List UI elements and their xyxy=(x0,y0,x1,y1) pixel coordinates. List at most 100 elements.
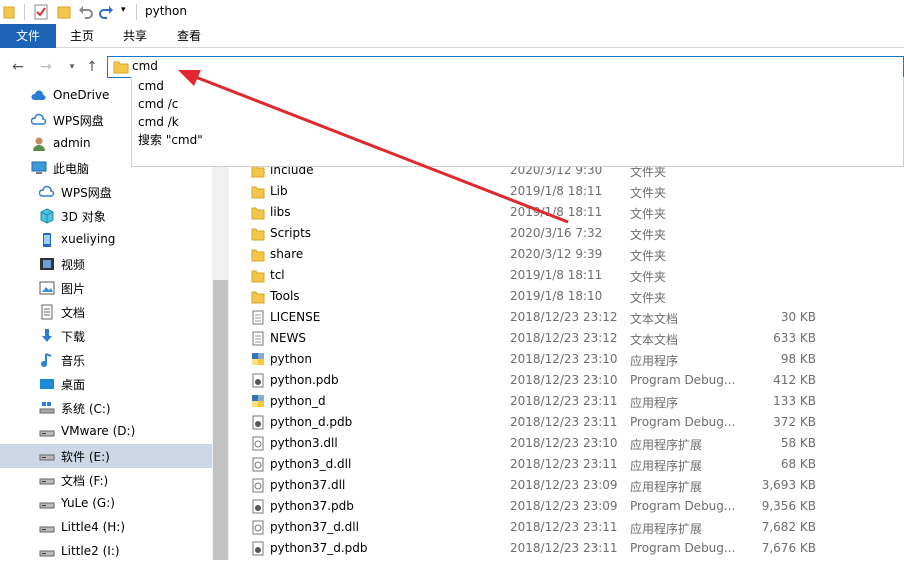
file-row[interactable]: python 2018/12/23 23:10 应用程序 98 KB xyxy=(229,349,904,370)
video-icon xyxy=(40,258,54,270)
text-file-icon xyxy=(252,331,264,346)
redo-icon[interactable] xyxy=(98,4,114,20)
wps-cloud-icon xyxy=(39,185,55,197)
folder-icon xyxy=(251,207,265,220)
sidebar-item-drive-f[interactable]: 文档 (F:) xyxy=(0,468,212,492)
address-input[interactable]: cmd xyxy=(132,59,158,73)
sidebar-item-drive-g[interactable]: YuLe (G:) xyxy=(0,492,212,516)
ribbon-tabs: 文件 主页 共享 查看 xyxy=(0,24,904,48)
sidebar-item-drive-h[interactable]: Little4 (H:) xyxy=(0,516,212,540)
folder-icon xyxy=(251,249,265,262)
folder-icon xyxy=(251,186,265,199)
sidebar-item-music[interactable]: 音乐 xyxy=(0,348,212,372)
folder-icon xyxy=(113,61,129,74)
text-file-icon xyxy=(252,310,264,325)
scrollbar-thumb[interactable] xyxy=(213,280,228,560)
python-exe-icon xyxy=(252,353,264,365)
system-drive-icon xyxy=(39,402,55,414)
document-icon xyxy=(41,304,53,320)
wps-cloud-icon xyxy=(31,113,47,125)
address-suggestions: cmd cmd /c cmd /k 搜索 "cmd" xyxy=(131,77,904,167)
cloud-icon xyxy=(31,90,46,100)
phone-icon xyxy=(43,233,51,247)
file-row[interactable]: python37.pdb 2018/12/23 23:09 Program De… xyxy=(229,496,904,517)
suggestion-search[interactable]: 搜索 "cmd" xyxy=(138,131,203,149)
file-row[interactable]: tcl 2019/1/8 18:11 文件夹 xyxy=(229,265,904,286)
suggestion-item[interactable]: cmd /k xyxy=(138,113,179,131)
drive-icon xyxy=(39,526,55,533)
file-row[interactable]: python37_d.pdb 2018/12/23 23:11 Program … xyxy=(229,538,904,559)
tab-file[interactable]: 文件 xyxy=(0,24,56,48)
file-row[interactable]: libs 2019/1/8 18:11 文件夹 xyxy=(229,202,904,223)
drive-icon xyxy=(39,430,55,437)
sidebar-item-videos[interactable]: 视频 xyxy=(0,252,212,276)
pdb-file-icon xyxy=(252,373,264,388)
sidebar-item-documents[interactable]: 文档 xyxy=(0,300,212,324)
forward-button[interactable]: → xyxy=(37,57,55,77)
file-row[interactable]: python37.dll 2018/12/23 23:09 应用程序扩展 3,6… xyxy=(229,475,904,496)
suggestion-item[interactable]: cmd /c xyxy=(138,95,178,113)
up-button[interactable]: ↑ xyxy=(83,57,101,77)
new-folder-icon[interactable] xyxy=(57,4,71,20)
divider xyxy=(136,4,137,20)
pdb-file-icon xyxy=(252,541,264,556)
recent-locations-button[interactable]: ▾ xyxy=(63,57,81,77)
file-row[interactable]: python_d 2018/12/23 23:11 应用程序 133 KB xyxy=(229,391,904,412)
drive-icon xyxy=(39,502,55,509)
undo-icon[interactable] xyxy=(78,4,94,20)
file-row[interactable]: python_d.pdb 2018/12/23 23:11 Program De… xyxy=(229,412,904,433)
tab-share[interactable]: 共享 xyxy=(122,24,148,48)
sidebar-item-drive-d[interactable]: VMware (D:) xyxy=(0,420,212,444)
python-exe-icon xyxy=(252,395,264,407)
back-button[interactable]: ← xyxy=(9,57,27,77)
computer-icon xyxy=(31,161,47,174)
file-row[interactable]: LICENSE 2018/12/23 23:12 文本文档 30 KB xyxy=(229,307,904,328)
sidebar-item-downloads[interactable]: 下载 xyxy=(0,324,212,348)
file-row[interactable]: NEWS 2018/12/23 23:12 文本文档 633 KB xyxy=(229,328,904,349)
dll-file-icon xyxy=(252,478,264,493)
sidebar-item-3d-objects[interactable]: 3D 对象 xyxy=(0,204,212,228)
address-bar[interactable]: cmd xyxy=(107,56,904,78)
sidebar-item-desktop[interactable]: 桌面 xyxy=(0,372,212,396)
tab-home[interactable]: 主页 xyxy=(70,24,94,48)
sidebar-item-wps-cloud-pc[interactable]: WPS网盘 xyxy=(0,180,212,204)
file-row[interactable]: Scripts 2020/3/16 7:32 文件夹 xyxy=(229,223,904,244)
user-icon xyxy=(33,137,45,151)
cube-icon xyxy=(40,208,54,224)
file-row[interactable]: python3_d.dll 2018/12/23 23:11 应用程序扩展 68… xyxy=(229,454,904,475)
file-row[interactable]: Tools 2019/1/8 18:10 文件夹 xyxy=(229,286,904,307)
sidebar-item-drive-e[interactable]: 软件 (E:) xyxy=(0,444,212,468)
folder-icon xyxy=(251,270,265,283)
music-icon xyxy=(41,353,52,367)
properties-icon[interactable] xyxy=(33,4,49,20)
sidebar-item-xueliying[interactable]: xueliying xyxy=(0,228,212,252)
file-row[interactable]: share 2020/3/12 9:39 文件夹 xyxy=(229,244,904,265)
title-bar: ▾ python xyxy=(0,0,904,24)
divider xyxy=(24,4,25,20)
tab-view[interactable]: 查看 xyxy=(176,24,202,48)
dll-file-icon xyxy=(252,436,264,451)
sidebar-item-drive-i[interactable]: Little2 (I:) xyxy=(0,540,212,564)
file-list: include 2020/3/12 9:30 文件夹 Lib 2019/1/8 … xyxy=(229,160,904,560)
customize-toolbar-dropdown[interactable]: ▾ xyxy=(121,5,126,15)
file-row[interactable]: python.pdb 2018/12/23 23:10 Program Debu… xyxy=(229,370,904,391)
file-row[interactable]: python3.dll 2018/12/23 23:10 应用程序扩展 58 K… xyxy=(229,433,904,454)
dll-file-icon xyxy=(252,457,264,472)
download-icon xyxy=(42,329,52,342)
suggestion-item[interactable]: cmd xyxy=(138,77,164,95)
folder-icon xyxy=(3,6,15,19)
window-title: python xyxy=(145,4,187,18)
file-row[interactable]: Lib 2019/1/8 18:11 文件夹 xyxy=(229,181,904,202)
sidebar-item-pictures[interactable]: 图片 xyxy=(0,276,212,300)
sidebar-item-drive-c[interactable]: 系统 (C:) xyxy=(0,396,212,420)
pdb-file-icon xyxy=(252,415,264,430)
file-row[interactable]: python37_d.dll 2018/12/23 23:11 应用程序扩展 7… xyxy=(229,517,904,538)
picture-icon xyxy=(39,281,55,295)
folder-icon xyxy=(251,228,265,241)
drive-icon xyxy=(39,478,55,485)
drive-icon xyxy=(39,454,55,461)
dll-file-icon xyxy=(252,520,264,535)
desktop-icon xyxy=(40,379,54,389)
folder-icon xyxy=(251,291,265,304)
drive-icon xyxy=(39,550,55,557)
